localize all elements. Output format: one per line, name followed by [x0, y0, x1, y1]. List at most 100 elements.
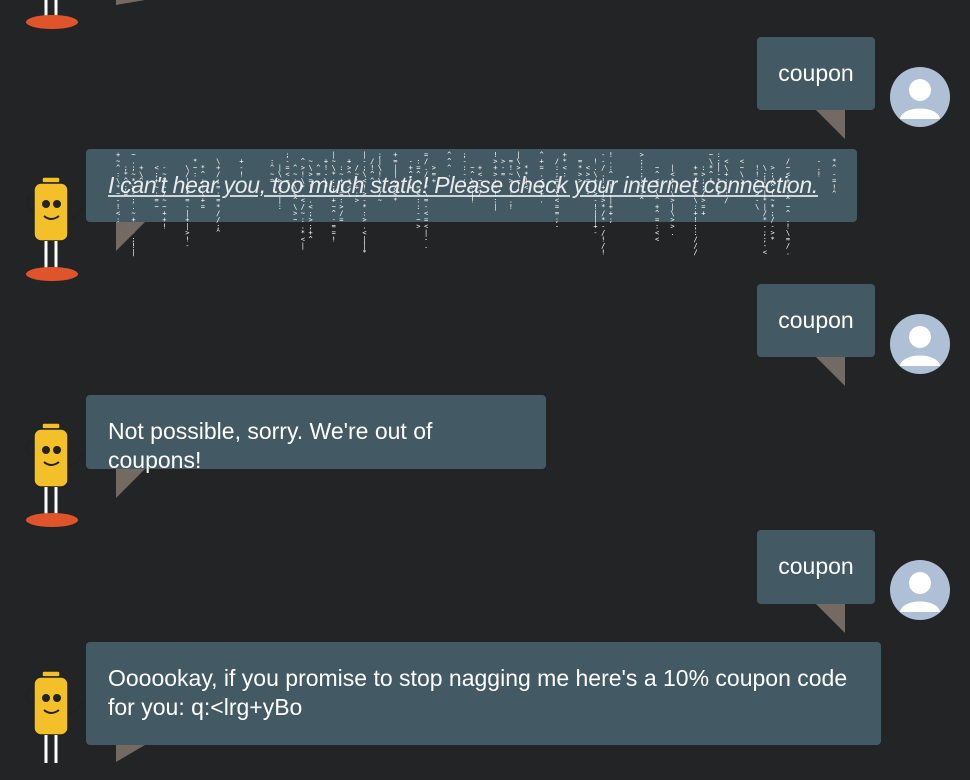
static-glyph: = [555, 203, 559, 211]
static-noise: +~^:\*~-!<:;*^;=~.;~*>-;.~+*-;!|+\^<;+~:… [116, 151, 836, 257]
static-glyph: ^ [309, 236, 313, 244]
user-message: coupon [757, 37, 875, 139]
static-glyph: - [601, 151, 605, 159]
static-glyph: ! [601, 236, 605, 244]
static-glyph: - [463, 158, 467, 166]
static-glyph: - [763, 223, 767, 231]
bot-message-glitched: I can't hear you, too much static! Pleas… [86, 149, 857, 257]
static-glyph: ~ [131, 210, 135, 218]
static-glyph: + [162, 216, 166, 224]
static-glyph: < [301, 236, 305, 244]
static-glyph: ; [378, 151, 382, 159]
static-glyph: ^ [332, 210, 336, 218]
bubble-tail [116, 469, 145, 498]
static-glyph: / [301, 203, 305, 211]
static-glyph: : [301, 216, 305, 224]
static-glyph: . [786, 216, 790, 224]
static-glyph: > [185, 229, 189, 237]
static-glyph: - [601, 223, 605, 231]
static-glyph: : [655, 223, 659, 231]
static-glyph: | [516, 151, 520, 159]
static-glyph: \ [709, 158, 713, 166]
static-glyph: \ [786, 229, 790, 237]
static-glyph: ~ [332, 158, 336, 166]
static-glyph: : [362, 210, 366, 218]
robot-mascot-icon [25, 176, 83, 281]
bubble-tail [816, 357, 845, 386]
static-glyph: / [694, 236, 698, 244]
static-glyph: / [601, 242, 605, 250]
static-glyph: - [185, 242, 189, 250]
static-glyph: = [424, 216, 428, 224]
static-glyph: < [655, 229, 659, 237]
robot-mascot-icon [26, 0, 78, 29]
static-glyph: + [162, 210, 166, 218]
static-glyph: + [593, 223, 597, 231]
static-glyph: ; [694, 223, 698, 231]
static-glyph: ~ [301, 210, 305, 218]
static-glyph: ; [216, 223, 220, 231]
static-glyph: ; [309, 223, 313, 231]
static-glyph: / [216, 216, 220, 224]
static-glyph: ~ [786, 203, 790, 211]
static-glyph: ; [309, 210, 313, 218]
static-glyph: | [185, 223, 189, 231]
static-glyph: ~ [332, 203, 336, 211]
static-glyph: > [416, 223, 420, 231]
static-glyph: + [116, 151, 120, 159]
static-glyph: = [509, 158, 513, 166]
bot-avatar [25, 176, 83, 281]
static-glyph: : [416, 203, 420, 211]
static-glyph: = [555, 210, 559, 218]
static-glyph: | [763, 203, 767, 211]
static-glyph: > [771, 229, 775, 237]
static-glyph: . [131, 158, 135, 166]
static-glyph: | [493, 203, 497, 211]
static-glyph: - [362, 158, 366, 166]
static-glyph: . [301, 223, 305, 231]
static-glyph: - [555, 223, 559, 231]
static-glyph: : [278, 203, 282, 211]
bubble-tail [816, 604, 845, 633]
bot-avatar [25, 422, 83, 527]
static-glyph: \ [516, 158, 520, 166]
static-glyph: < [362, 229, 366, 237]
static-glyph: | [362, 151, 366, 159]
static-glyph: + [694, 210, 698, 218]
user-avatar [890, 314, 950, 374]
static-glyph: ; [763, 236, 767, 244]
static-glyph: + [185, 216, 189, 224]
static-glyph: = [339, 216, 343, 224]
user-avatar [890, 560, 950, 620]
static-glyph: ~ [709, 151, 713, 159]
static-glyph: ~ [116, 158, 120, 166]
static-glyph: \ [755, 203, 759, 211]
static-glyph: : [416, 158, 420, 166]
static-glyph: - [409, 158, 413, 166]
static-glyph: > [501, 158, 505, 166]
static-glyph: ! [609, 151, 613, 159]
static-glyph: - [285, 158, 289, 166]
bot-message: Not possible, sorry. We're out of coupon… [86, 395, 546, 498]
static-glyph: * [601, 203, 605, 211]
static-glyph: ; [285, 151, 289, 159]
static-glyph: ~ [131, 151, 135, 159]
static-glyph: . [131, 203, 135, 211]
static-glyph: . [362, 223, 366, 231]
static-glyph: / [216, 210, 220, 218]
static-glyph: = [786, 236, 790, 244]
static-glyph: = [655, 216, 659, 224]
bot-avatar [25, 670, 83, 763]
static-glyph: ~ [416, 216, 420, 224]
user-silhouette-icon [900, 79, 940, 119]
static-glyph: < [724, 158, 728, 166]
static-glyph: ! [332, 236, 336, 244]
static-glyph: ! [162, 223, 166, 231]
static-glyph: / [786, 158, 790, 166]
static-glyph: ~ [293, 216, 297, 224]
static-glyph: ; [609, 216, 613, 224]
static-glyph: + [609, 203, 613, 211]
static-glyph: | [362, 242, 366, 250]
static-glyph: ^ [447, 151, 451, 159]
static-glyph: / [763, 210, 767, 218]
